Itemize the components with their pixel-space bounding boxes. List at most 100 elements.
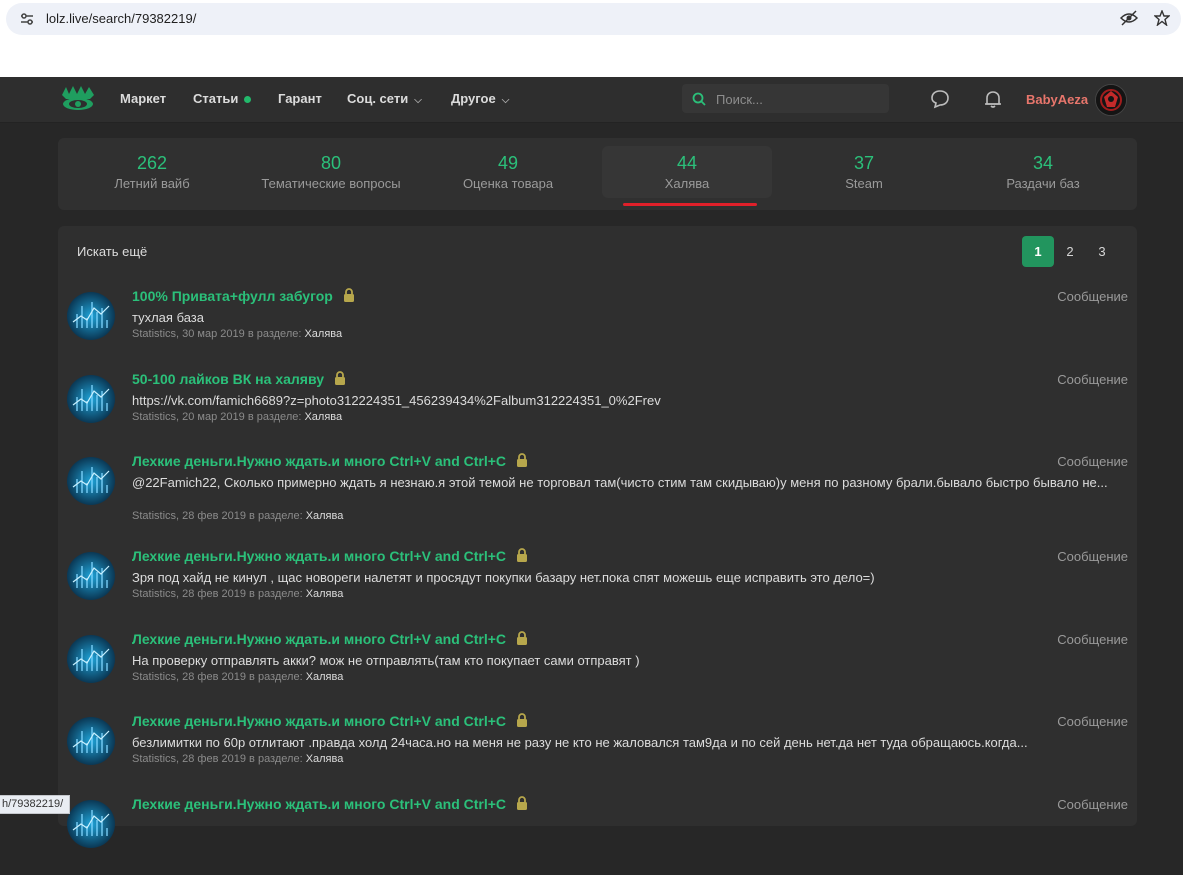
result-title-text: Лехкие деньги.Нужно ждать.и много Ctrl+V… <box>132 631 507 647</box>
lock-icon <box>343 288 355 302</box>
result-date: 20 мар 2019 <box>182 411 245 423</box>
nav-market[interactable]: Маркет <box>120 91 166 106</box>
result-author[interactable]: Statistics <box>132 510 176 522</box>
result-section[interactable]: Халява <box>306 588 344 600</box>
search-result-row[interactable]: Лехкие деньги.Нужно ждать.и много Ctrl+V… <box>58 795 1137 875</box>
result-avatar[interactable] <box>67 292 115 340</box>
tab-thematic-questions[interactable]: 80 Тематические вопросы <box>246 138 416 200</box>
result-author[interactable]: Statistics <box>132 328 176 340</box>
result-avatar[interactable] <box>67 717 115 765</box>
result-author[interactable]: Statistics <box>132 411 176 423</box>
result-avatar[interactable] <box>67 635 115 683</box>
browser-chrome: lolz.live/search/79382219/ <box>0 0 1183 77</box>
result-date: 28 фев 2019 <box>182 753 246 765</box>
url-text[interactable]: lolz.live/search/79382219/ <box>46 11 196 26</box>
search-icon <box>692 91 706 106</box>
search-result-row[interactable]: 100% Привата+фулл забугор Сообщение тухлая… <box>58 287 1137 367</box>
result-avatar[interactable] <box>67 375 115 423</box>
result-title[interactable]: Лехкие деньги.Нужно ждать.и много Ctrl+V… <box>132 548 528 564</box>
result-title[interactable]: 50-100 лайков ВК на халяву <box>132 371 346 387</box>
result-type: Сообщение <box>1057 632 1128 647</box>
result-date: 28 фев 2019 <box>182 671 246 683</box>
search-more-link[interactable]: Искать ещё <box>77 244 147 259</box>
search-result-row[interactable]: Лехкие деньги.Нужно ждать.и много Ctrl+V… <box>58 547 1137 627</box>
result-title[interactable]: Лехкие деньги.Нужно ждать.и много Ctrl+V… <box>132 453 528 469</box>
site-logo-icon[interactable] <box>60 85 96 113</box>
result-in-section: в разделе: <box>249 588 303 600</box>
result-type: Сообщение <box>1057 714 1128 729</box>
tab-count: 49 <box>497 153 519 173</box>
result-title-text: 50-100 лайков ВК на халяву <box>132 371 324 387</box>
result-snippet: тухлая база <box>132 310 204 325</box>
result-section[interactable]: Халява <box>304 411 342 423</box>
result-title-text: Лехкие деньги.Нужно ждать.и много Ctrl+V… <box>132 796 507 812</box>
result-title[interactable]: Лехкие деньги.Нужно ждать.и много Ctrl+V… <box>132 631 528 647</box>
tab-count: 80 <box>320 153 342 173</box>
nav-social-label: Соц. сети <box>347 91 409 106</box>
page-3-button[interactable]: 3 <box>1086 236 1118 267</box>
search-box[interactable] <box>682 84 889 113</box>
result-title[interactable]: 100% Привата+фулл забугор <box>132 288 355 304</box>
result-section[interactable]: Халява <box>306 671 344 683</box>
result-snippet: Зря под хайд не кинул , щас новореги нал… <box>132 570 875 585</box>
tab-label: Летний вайб <box>114 176 190 191</box>
tab-label: Халява <box>664 176 710 191</box>
bookmark-star-icon[interactable] <box>1153 9 1171 30</box>
result-title[interactable]: Лехкие деньги.Нужно ждать.и много Ctrl+V… <box>132 713 528 729</box>
search-result-row[interactable]: 50-100 лайков ВК на халяву Сообщение https… <box>58 370 1137 450</box>
search-result-row[interactable]: Лехкие деньги.Нужно ждать.и много Ctrl+V… <box>58 630 1137 710</box>
tab-count: 34 <box>1032 153 1054 173</box>
result-section[interactable]: Халява <box>304 328 342 340</box>
result-meta: Statistics, 28 фев 2019 в разделе: Халяв… <box>132 753 344 765</box>
tab-steam[interactable]: 37 Steam <box>808 138 920 200</box>
page-1-button[interactable]: 1 <box>1022 236 1054 267</box>
result-type: Сообщение <box>1057 797 1128 812</box>
result-avatar[interactable] <box>67 457 115 505</box>
tab-freebies[interactable]: 44 Халява <box>602 146 772 198</box>
result-title[interactable]: Лехкие деньги.Нужно ждать.и много Ctrl+V… <box>132 796 528 812</box>
lock-icon <box>516 453 528 467</box>
chevron-down-icon: ⌵ <box>501 95 510 106</box>
result-meta: Statistics, 20 мар 2019 в разделе: Халяв… <box>132 411 343 423</box>
forum-tabs: 262 Летний вайб 80 Тематические вопросы … <box>58 138 1137 210</box>
chevron-down-icon: ⌵ <box>414 95 422 106</box>
tab-database-giveaways[interactable]: 34 Раздачи баз <box>968 138 1118 200</box>
eye-off-icon[interactable] <box>1119 10 1139 30</box>
username[interactable]: BabyAeza <box>1026 92 1088 107</box>
search-input[interactable] <box>714 88 883 110</box>
result-author[interactable]: Statistics <box>132 671 176 683</box>
site-settings-icon[interactable] <box>20 12 34 26</box>
result-section[interactable]: Халява <box>306 753 344 765</box>
lock-icon <box>516 796 528 810</box>
nav-articles[interactable]: Статьи <box>193 91 252 106</box>
result-section[interactable]: Халява <box>306 510 344 522</box>
lock-icon <box>516 713 528 727</box>
address-bar[interactable]: lolz.live/search/79382219/ <box>6 3 1181 35</box>
nav-other[interactable]: Другое ⌵ <box>451 91 509 106</box>
page-2-button[interactable]: 2 <box>1054 236 1086 267</box>
result-avatar[interactable] <box>67 800 115 848</box>
nav-social[interactable]: Соц. сети ⌵ <box>347 91 422 106</box>
tab-count: 37 <box>853 153 875 173</box>
result-title-text: Лехкие деньги.Нужно ждать.и много Ctrl+V… <box>132 713 507 729</box>
nav-guarantor[interactable]: Гарант <box>278 91 322 106</box>
user-avatar[interactable] <box>1095 84 1127 116</box>
result-snippet: безлимитки по 60р отлитают .правда холд … <box>132 735 1028 750</box>
result-author[interactable]: Statistics <box>132 588 176 600</box>
chat-icon[interactable] <box>929 88 951 110</box>
result-in-section: в разделе: <box>249 671 303 683</box>
search-result-row[interactable]: Лехкие деньги.Нужно ждать.и много Ctrl+V… <box>58 712 1137 792</box>
result-title-text: Лехкие деньги.Нужно ждать.и много Ctrl+V… <box>132 548 507 564</box>
result-snippet: @22Famich22, Сколько примерно ждать я не… <box>132 475 1108 490</box>
tab-label: Тематические вопросы <box>261 176 401 191</box>
tab-product-rating[interactable]: 49 Оценка товара <box>444 138 572 200</box>
bell-icon[interactable] <box>982 88 1004 110</box>
tab-count: 262 <box>136 153 168 173</box>
nav-articles-label: Статьи <box>193 91 239 106</box>
tab-label: Steam <box>845 176 883 191</box>
site-header: Маркет Статьи Гарант Соц. сети ⌵ Другое ⌵ <box>0 77 1183 123</box>
result-author[interactable]: Statistics <box>132 753 176 765</box>
search-result-row[interactable]: Лехкие деньги.Нужно ждать.и много Ctrl+V… <box>58 452 1137 532</box>
tab-summer-vibe[interactable]: 262 Летний вайб <box>58 138 246 200</box>
result-avatar[interactable] <box>67 552 115 600</box>
